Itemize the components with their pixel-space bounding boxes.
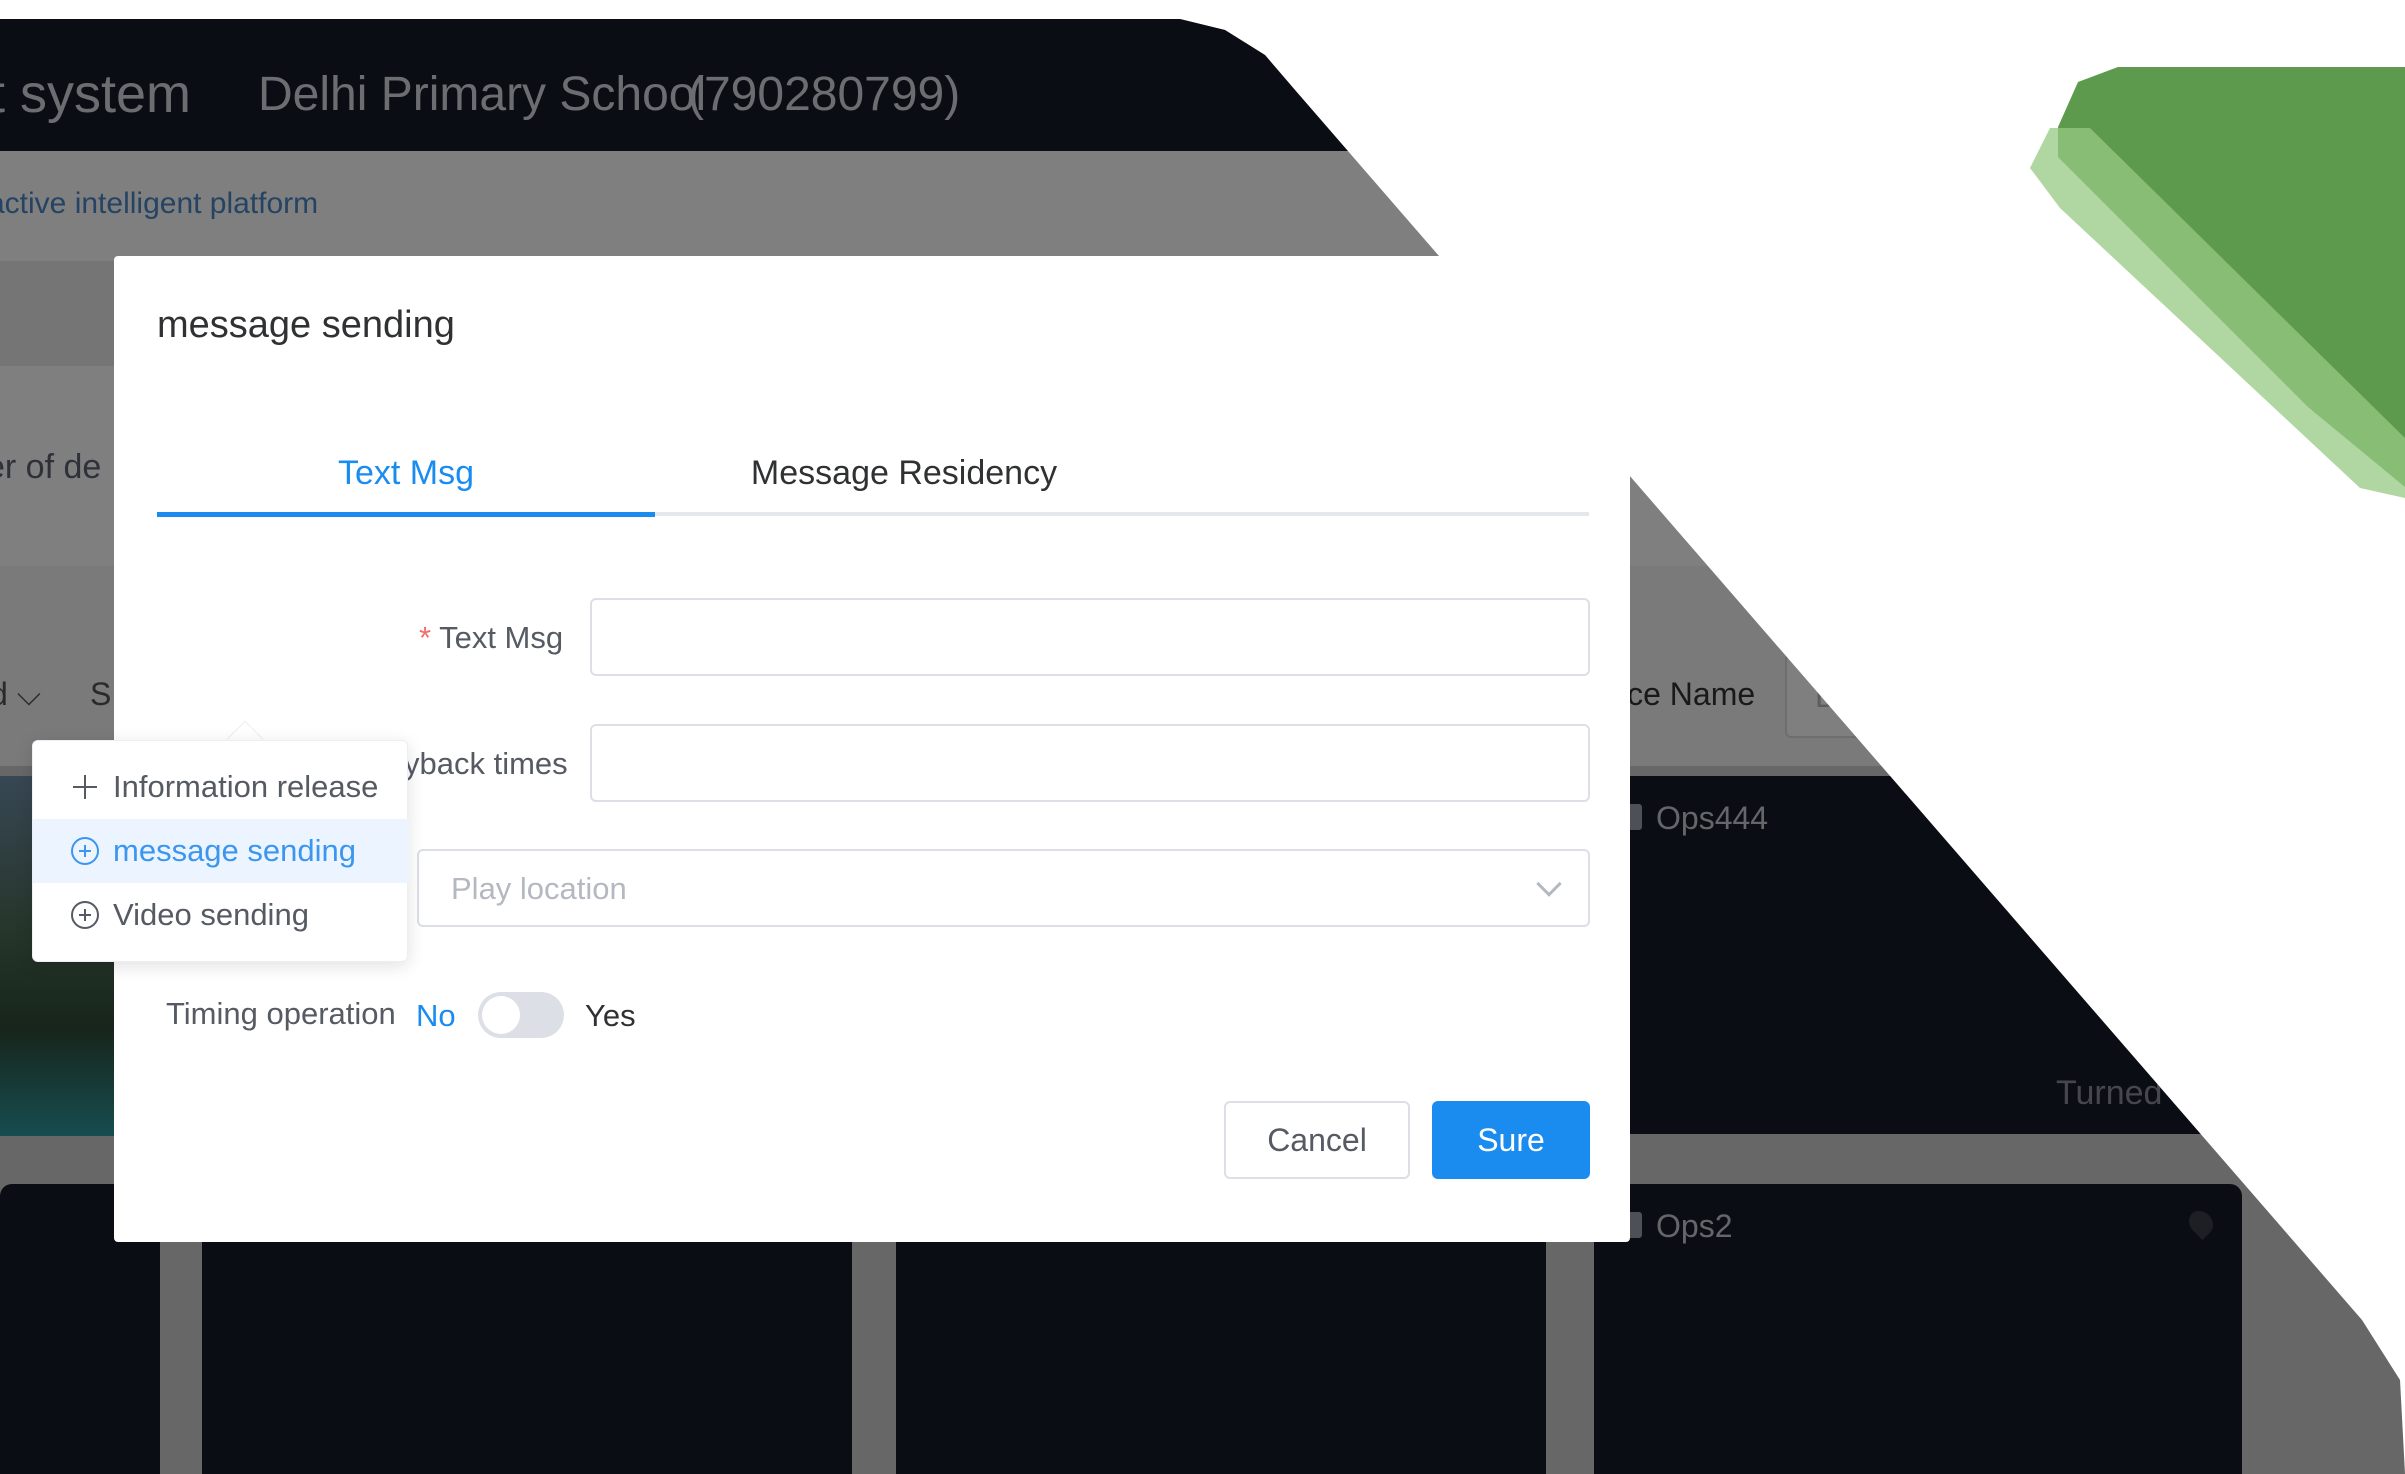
plus-icon — [71, 773, 99, 801]
cancel-button[interactable]: Cancel — [1224, 1101, 1410, 1179]
dialog-tabs: Text Msg Message Residency — [157, 446, 1589, 517]
playback-times-label: yback times — [404, 746, 568, 781]
timing-operation-label: Timing operation — [166, 996, 396, 1031]
text-msg-label: * Text Msg — [419, 620, 564, 655]
play-location-select[interactable]: Play location — [417, 849, 1590, 927]
text-msg-input[interactable] — [590, 598, 1590, 676]
sure-button[interactable]: Sure — [1432, 1101, 1590, 1179]
dropdown-item-information-release[interactable]: Information release — [33, 755, 409, 819]
timing-yes-label: Yes — [585, 998, 636, 1033]
dropdown-item-video-sending[interactable]: Video sending — [33, 883, 409, 947]
play-location-placeholder: Play location — [451, 871, 627, 906]
chevron-down-icon — [1536, 871, 1562, 897]
active-tab-indicator — [157, 512, 655, 517]
circle-plus-icon — [71, 837, 99, 865]
timing-no-label: No — [416, 998, 456, 1033]
tab-text-msg[interactable]: Text Msg — [157, 446, 655, 516]
tab-message-residency[interactable]: Message Residency — [655, 446, 1153, 516]
dialog-title: message sending — [157, 304, 455, 346]
timing-operation-switch[interactable] — [478, 992, 564, 1038]
required-mark: * — [419, 620, 432, 655]
switch-knob — [482, 996, 520, 1034]
playback-times-input[interactable] — [590, 724, 1590, 802]
circle-plus-icon — [71, 901, 99, 929]
send-type-dropdown: Information release message sending Vide… — [32, 740, 409, 962]
dropdown-item-message-sending[interactable]: message sending — [33, 819, 409, 883]
